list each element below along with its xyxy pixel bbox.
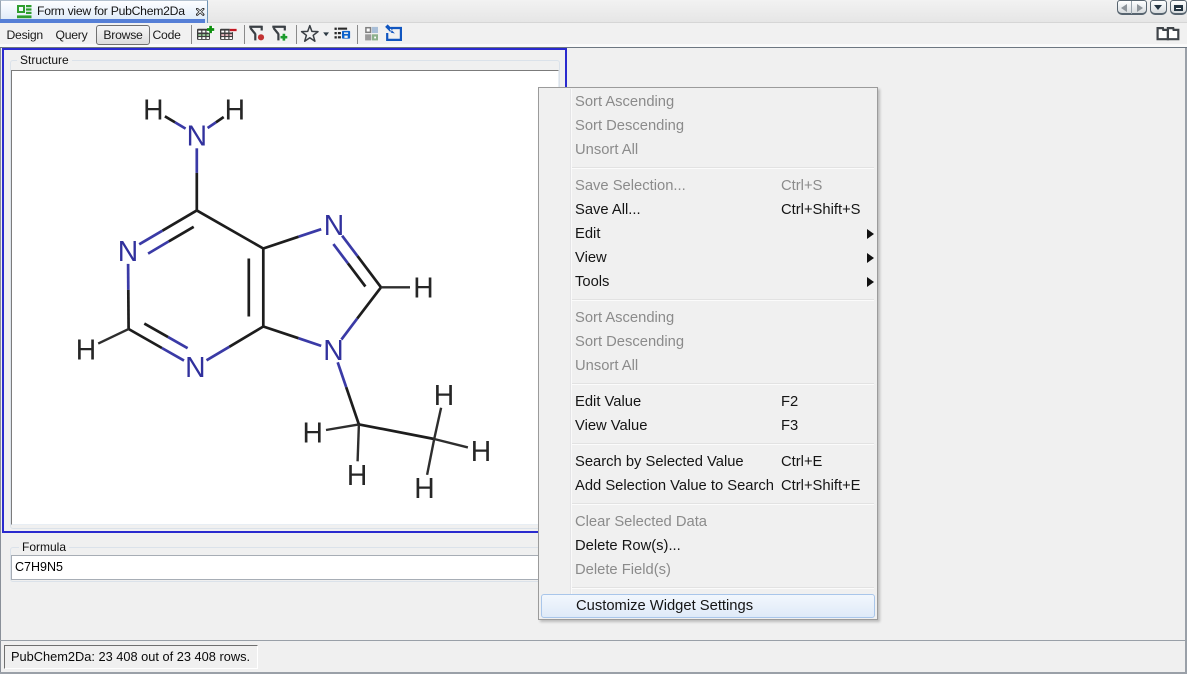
- svg-text:H: H: [225, 94, 245, 126]
- svg-text:H: H: [302, 416, 322, 448]
- svg-text:N: N: [324, 209, 344, 241]
- svg-text:H: H: [143, 94, 163, 126]
- svg-text:H: H: [76, 334, 96, 366]
- svg-text:H: H: [471, 435, 491, 467]
- svg-text:H: H: [434, 379, 454, 411]
- svg-text:N: N: [118, 235, 138, 267]
- svg-text:N: N: [323, 334, 343, 366]
- svg-text:H: H: [347, 459, 367, 491]
- svg-text:H: H: [413, 272, 433, 304]
- svg-text:N: N: [187, 120, 207, 152]
- svg-text:N: N: [185, 351, 205, 383]
- svg-text:H: H: [414, 472, 434, 504]
